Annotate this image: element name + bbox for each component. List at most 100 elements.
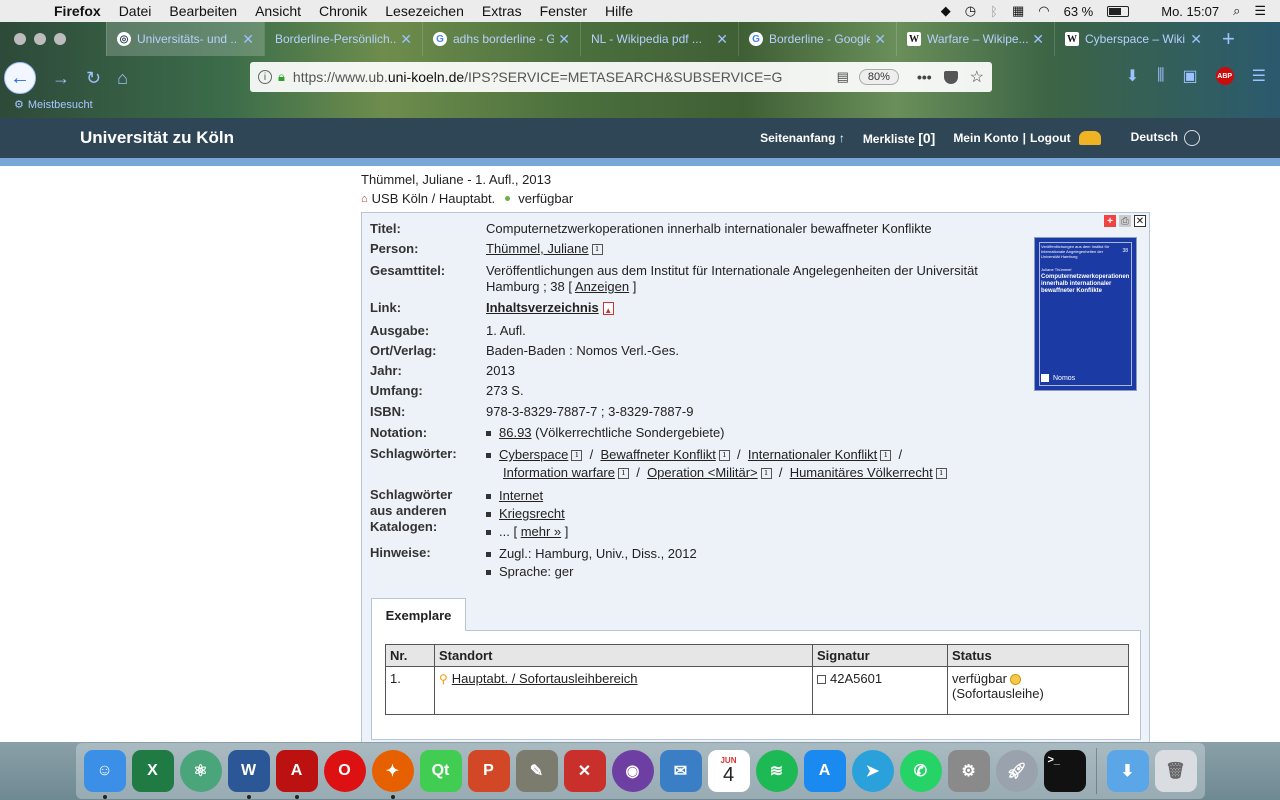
tab-exemplare[interactable]: Exemplare — [371, 598, 466, 631]
nav-logout[interactable]: Logout — [1030, 131, 1071, 145]
subject-link[interactable]: Kriegsrecht — [499, 506, 565, 521]
download-icon[interactable]: ⬇ — [1126, 66, 1139, 86]
zoom-window-button[interactable] — [54, 33, 66, 45]
forward-button[interactable]: → — [52, 68, 70, 89]
close-window-button[interactable] — [14, 33, 26, 45]
lock-icon[interactable]: 🔒︎ — [278, 69, 285, 85]
info-icon[interactable]: i — [618, 468, 629, 480]
dock-spotify-icon[interactable]: ≋ — [755, 750, 798, 792]
info-icon[interactable]: i — [880, 450, 892, 462]
dock-telegram-icon[interactable]: ➤ — [851, 750, 894, 792]
dock-acrobat-icon[interactable]: A — [275, 750, 318, 799]
dock-downloads-folder-icon[interactable]: ⬇ — [1106, 750, 1149, 792]
new-tab-button[interactable]: + — [1222, 26, 1235, 52]
subject-link[interactable]: Operation <Militär> — [647, 465, 758, 480]
dock-opera-icon[interactable]: O — [323, 750, 366, 792]
reader-view-icon[interactable]: ▤ — [837, 69, 849, 85]
bluetooth-icon[interactable]: ᛒ — [990, 4, 998, 19]
page-actions-icon[interactable]: ••• — [917, 69, 932, 85]
nav-merkliste[interactable]: Merkliste [0] — [863, 130, 936, 146]
tab-wikipedia-pdf[interactable]: NL - Wikipedia pdf ... ✕ — [580, 22, 738, 56]
info-icon[interactable]: i — [571, 450, 583, 462]
dock-trash-icon[interactable]: 🗑︎ — [1154, 750, 1197, 792]
bookmark-star-icon[interactable]: ☆ — [970, 67, 984, 87]
dock-app-store-icon[interactable]: A — [803, 750, 846, 792]
dock-mail-icon[interactable]: ✉ — [659, 750, 702, 792]
tab-adhs-google[interactable]: G adhs borderline - Go... ✕ — [422, 22, 580, 56]
subject-link[interactable]: Bewaffneter Konflikt — [600, 447, 715, 462]
close-tab-icon[interactable]: ✕ — [558, 31, 570, 48]
notification-center-icon[interactable]: ☰ — [1254, 3, 1266, 19]
close-tab-icon[interactable]: ✕ — [1190, 31, 1202, 48]
dock-calendar-icon[interactable]: JUN 4 — [707, 750, 750, 792]
notation-link[interactable]: 86.93 — [499, 425, 532, 440]
menu-extras[interactable]: Extras — [482, 3, 522, 19]
dropbox-icon[interactable]: ◆ — [941, 3, 951, 19]
url-text[interactable]: https://www.ub.uni-koeln.de/IPS?SERVICE=… — [293, 69, 829, 85]
pocket-icon[interactable] — [943, 70, 958, 84]
anzeigen-link[interactable]: Anzeigen — [575, 279, 629, 294]
standort-link[interactable]: Hauptabt. / Sofortausleihbereich — [452, 671, 638, 686]
tab-warfare-wikipedia[interactable]: W Warfare – Wikipe... ✕ — [896, 22, 1054, 56]
library-icon[interactable]: ⫼ — [1157, 67, 1164, 85]
close-tab-icon[interactable]: ✕ — [874, 31, 886, 48]
pdf-icon[interactable]: ▲ — [602, 302, 614, 316]
dock-gimp-icon[interactable]: ✎ — [515, 750, 558, 792]
subject-link[interactable]: Internationaler Konflikt — [748, 447, 877, 462]
dock-github-icon[interactable]: ◉ — [611, 750, 654, 792]
dock-powerpoint-icon[interactable]: P — [467, 750, 510, 792]
dock-whatsapp-icon[interactable]: ✆ — [899, 750, 942, 792]
subject-link[interactable]: Internet — [499, 488, 543, 503]
info-icon[interactable]: i — [591, 244, 603, 256]
tab-ub-koeln[interactable]: ◎ Universitäts- und ... ✕ — [106, 22, 264, 56]
reload-button[interactable]: ↻ — [86, 68, 101, 89]
nav-language[interactable]: Deutsch — [1131, 130, 1200, 146]
menu-icon[interactable]: ☰ — [1252, 66, 1266, 86]
info-icon[interactable]: i — [760, 468, 772, 480]
menu-datei[interactable]: Datei — [119, 3, 152, 19]
url-bar[interactable]: i 🔒︎ https://www.ub.uni-koeln.de/IPS?SER… — [250, 62, 992, 92]
close-tab-icon[interactable]: ✕ — [242, 31, 254, 48]
book-cover-image[interactable]: Veröffentlichungen aus dem Institut für … — [1034, 237, 1137, 391]
subject-link[interactable]: Cyberspace — [499, 447, 568, 462]
battery-icon[interactable] — [1107, 5, 1130, 17]
menu-ansicht[interactable]: Ansicht — [255, 3, 301, 19]
dock-firefox-icon[interactable]: ✦ — [371, 750, 414, 799]
info-icon[interactable]: i — [935, 468, 947, 480]
nav-mein-konto[interactable]: Mein Konto — [953, 131, 1018, 145]
info-icon[interactable]: i — [718, 450, 730, 462]
sidebar-icon[interactable]: ▣ — [1183, 66, 1198, 86]
bookmark-meistbesucht[interactable]: Meistbesucht — [28, 99, 93, 111]
clock[interactable]: Mo. 15:07 — [1161, 4, 1219, 19]
close-tab-icon[interactable]: ✕ — [716, 31, 728, 48]
close-icon[interactable]: ✕ — [1134, 215, 1146, 227]
subject-link[interactable]: Information warfare — [503, 465, 615, 480]
tab-cyberspace-wikipedia[interactable]: W Cyberspace – Wiki... ✕ — [1054, 22, 1212, 56]
menu-fenster[interactable]: Fenster — [540, 3, 587, 19]
tab-borderline[interactable]: Borderline-Persönlich... ✕ — [264, 22, 422, 56]
mehr-link[interactable]: mehr » — [521, 524, 561, 539]
adblock-icon[interactable]: ABP — [1215, 67, 1234, 85]
back-button[interactable]: ← — [4, 62, 36, 94]
tab-borderline-google[interactable]: G Borderline - Google ... ✕ — [738, 22, 896, 56]
keyboard-icon[interactable]: ▦ — [1012, 3, 1024, 19]
menu-bearbeiten[interactable]: Bearbeiten — [169, 3, 237, 19]
site-brand[interactable]: Universität zu Köln — [80, 128, 234, 148]
wifi-icon[interactable]: ◠ — [1038, 3, 1049, 19]
nav-seitenanfang[interactable]: Seitenanfang ↑ — [760, 131, 845, 145]
dock-excel-icon[interactable]: X — [131, 750, 174, 792]
dock-word-icon[interactable]: W — [227, 750, 270, 799]
inhaltsverzeichnis-link[interactable]: Inhaltsverzeichnis — [486, 300, 599, 315]
print-icon[interactable]: ⎙ — [1119, 215, 1131, 227]
close-tab-icon[interactable]: ✕ — [400, 31, 412, 48]
dock-qt-icon[interactable]: Qt — [419, 750, 462, 792]
person-link[interactable]: Thümmel, Juliane — [486, 241, 589, 256]
home-button[interactable]: ⌂ — [117, 68, 128, 89]
menu-app-firefox[interactable]: Firefox — [54, 3, 101, 19]
add-to-list-icon[interactable]: + — [1104, 215, 1116, 227]
dock-finder-icon[interactable]: ☺ — [83, 750, 126, 799]
menu-chronik[interactable]: Chronik — [319, 3, 367, 19]
battery-percent[interactable]: 63 % — [1064, 4, 1094, 19]
info-icon[interactable]: i — [258, 70, 272, 84]
dock-atom-icon[interactable]: ⚛ — [179, 750, 222, 792]
